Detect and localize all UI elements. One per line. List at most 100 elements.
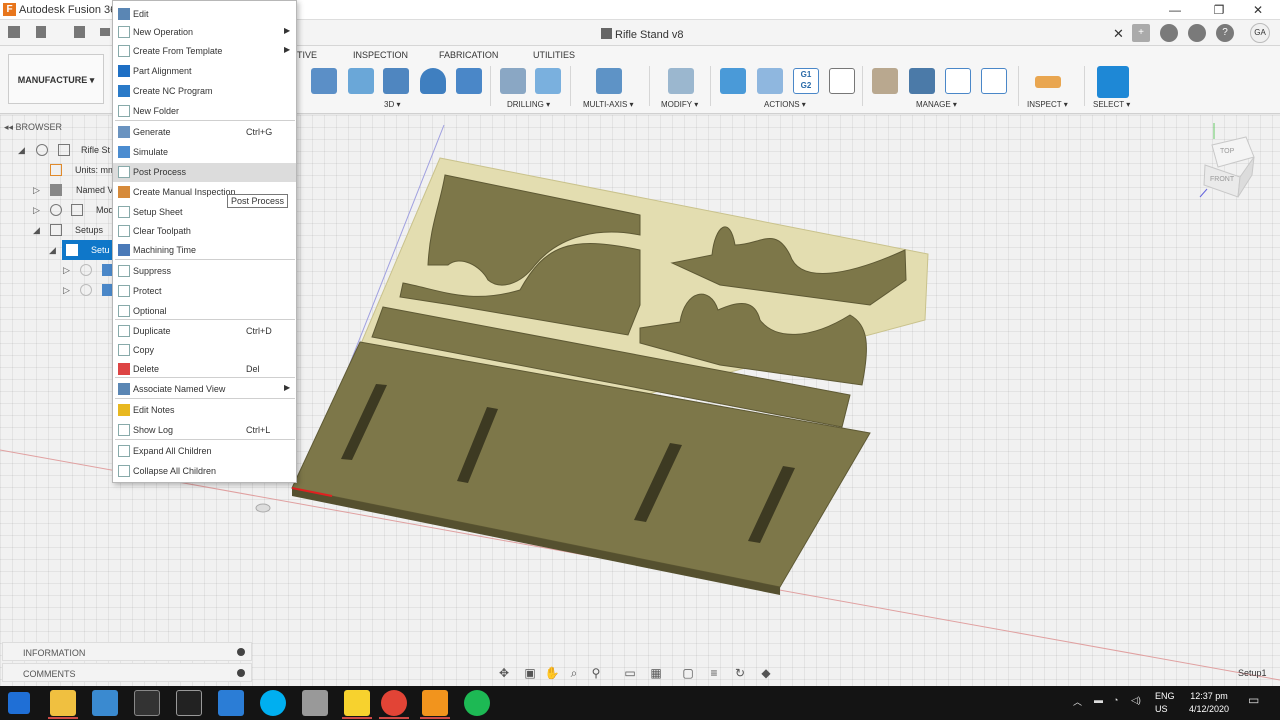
close-tab-icon[interactable]: ✕: [1113, 26, 1124, 42]
menu-item-suppress[interactable]: Suppress: [113, 262, 296, 281]
menu-item-expand-all-children[interactable]: Expand All Children: [113, 442, 296, 461]
eye-icon[interactable]: [80, 264, 92, 276]
help-icon[interactable]: ?: [1216, 24, 1234, 42]
tool-library-icon[interactable]: [872, 68, 898, 94]
file-icon[interactable]: [36, 26, 46, 38]
parallel-icon[interactable]: [456, 68, 482, 94]
pan-icon[interactable]: ✋: [544, 665, 560, 681]
tab-utilities[interactable]: UTILITIES: [533, 50, 575, 60]
volume-icon[interactable]: ◁): [1131, 695, 1141, 706]
browser-row-units[interactable]: Units: mm: [0, 160, 116, 180]
eye-icon[interactable]: [36, 144, 48, 156]
menu-item-part-alignment[interactable]: Part Alignment: [113, 62, 296, 81]
look-at-icon[interactable]: ▣: [522, 665, 538, 681]
adaptive-clearing-icon[interactable]: [311, 68, 337, 94]
input-language[interactable]: ENG US: [1155, 690, 1175, 716]
browser-row-setup1[interactable]: Setu: [62, 240, 112, 260]
expand-panel-icon[interactable]: [237, 648, 245, 656]
clock[interactable]: 12:37 pm 4/12/2020: [1184, 690, 1234, 716]
menu-item-edit[interactable]: Edit: [113, 5, 296, 24]
job-status-icon[interactable]: [1188, 24, 1206, 42]
fit-icon[interactable]: ⚲: [588, 665, 604, 681]
tab-fabrication[interactable]: FABRICATION: [439, 50, 498, 60]
section-icon[interactable]: ≡: [706, 665, 722, 681]
drill-icon[interactable]: [500, 68, 526, 94]
collapse-icon[interactable]: ▷: [63, 285, 70, 296]
menu-item-machining-time[interactable]: Machining Time: [113, 241, 296, 260]
modify-tools-icon[interactable]: [668, 68, 694, 94]
menu-item-show-log[interactable]: Show Log Ctrl+L: [113, 421, 296, 440]
notifications-icon[interactable]: ▭: [1248, 693, 1259, 707]
tab-additive[interactable]: TIVE: [297, 50, 317, 60]
browser-row-named-views[interactable]: ▷ Named V: [0, 180, 114, 200]
setup-sheet-icon[interactable]: [829, 68, 855, 94]
sticky-notes-icon[interactable]: [344, 690, 370, 716]
user-avatar[interactable]: GA: [1250, 23, 1270, 43]
browser-row-setups[interactable]: ◢ Setups: [0, 220, 112, 240]
view-cube[interactable]: TOP FRONT: [1199, 123, 1255, 198]
menu-item-collapse-all-children[interactable]: Collapse All Children: [113, 462, 296, 481]
menu-item-new-folder[interactable]: New Folder: [113, 102, 296, 121]
expand-icon[interactable]: ◢: [18, 145, 25, 156]
environment-icon[interactable]: ◆: [758, 665, 774, 681]
spotify-icon[interactable]: [464, 690, 490, 716]
menu-item-duplicate[interactable]: Duplicate Ctrl+D: [113, 322, 296, 341]
collapse-icon[interactable]: ▷: [63, 265, 70, 276]
expand-icon[interactable]: ◢: [49, 245, 56, 256]
chrome-icon[interactable]: [381, 690, 407, 716]
select-icon[interactable]: [1097, 66, 1129, 98]
wifi-icon[interactable]: ◔: [1113, 695, 1118, 705]
add-comment-icon[interactable]: [237, 669, 245, 677]
information-panel[interactable]: INFORMATION: [2, 642, 252, 661]
collapse-icon[interactable]: ▷: [33, 185, 40, 196]
orbit-icon[interactable]: ✥: [496, 665, 512, 681]
document-tab[interactable]: Rifle Stand v8: [601, 28, 683, 41]
extensions-icon[interactable]: [1160, 24, 1178, 42]
app-icon[interactable]: [302, 690, 328, 716]
menu-item-simulate[interactable]: Simulate: [113, 143, 296, 162]
new-tab-button[interactable]: +: [1132, 24, 1150, 42]
grid-menu-icon[interactable]: [8, 26, 20, 38]
template-library-icon[interactable]: [981, 68, 1007, 94]
fusion-360-taskbar-icon[interactable]: [422, 690, 448, 716]
menu-item-create-from-template[interactable]: Create From Template ▶: [113, 42, 296, 61]
eye-icon[interactable]: [80, 284, 92, 296]
app-icon[interactable]: [92, 690, 118, 716]
pocket-clearing-icon[interactable]: [348, 68, 374, 94]
collapse-icon[interactable]: ▷: [33, 205, 40, 216]
browser-row-models[interactable]: ▷ Mod: [0, 200, 114, 220]
menu-item-clear-toolpath[interactable]: Clear Toolpath: [113, 222, 296, 241]
multi-axis-icon[interactable]: [596, 68, 622, 94]
expand-icon[interactable]: ◢: [33, 225, 40, 236]
browser-row-operation[interactable]: ▷: [0, 280, 114, 300]
terminal-icon[interactable]: [134, 690, 160, 716]
group-actions[interactable]: ACTIONS ▾: [764, 100, 806, 109]
browser-row-root[interactable]: ◢ Rifle St: [0, 140, 112, 160]
workspace-switcher[interactable]: MANUFACTURE ▾: [8, 54, 104, 104]
zoom-icon[interactable]: ⌕: [566, 665, 582, 681]
group-3d[interactable]: 3D ▾: [384, 100, 400, 109]
group-manage[interactable]: MANAGE ▾: [916, 100, 957, 109]
windows-start-icon[interactable]: [8, 692, 30, 714]
group-multi-axis[interactable]: MULTI-AXIS ▾: [583, 100, 634, 109]
menu-item-create-nc-program[interactable]: Create NC Program: [113, 82, 296, 101]
restore-button[interactable]: ❐: [1204, 2, 1234, 18]
tab-inspection[interactable]: INSPECTION: [353, 50, 408, 60]
simulate-icon[interactable]: [757, 68, 783, 94]
measure-icon[interactable]: [1035, 76, 1061, 88]
post-library-icon[interactable]: [945, 68, 971, 94]
group-drilling[interactable]: DRILLING ▾: [507, 100, 550, 109]
browser-header[interactable]: ◂◂ BROWSER: [4, 122, 62, 133]
menu-item-copy[interactable]: Copy: [113, 341, 296, 360]
battery-icon[interactable]: ▬: [1094, 695, 1103, 705]
undo-icon[interactable]: [100, 28, 110, 36]
skype-icon[interactable]: [260, 690, 286, 716]
browser-row-operation[interactable]: ▷: [0, 260, 114, 280]
group-select[interactable]: SELECT ▾: [1093, 100, 1130, 109]
close-window-button[interactable]: ✕: [1243, 2, 1273, 18]
display-settings-icon[interactable]: ▭: [622, 665, 638, 681]
refresh-icon[interactable]: ↻: [732, 665, 748, 681]
post-process-icon[interactable]: G1 G2: [793, 68, 819, 94]
menu-item-new-operation[interactable]: New Operation ▶: [113, 23, 296, 42]
generate-icon[interactable]: [720, 68, 746, 94]
